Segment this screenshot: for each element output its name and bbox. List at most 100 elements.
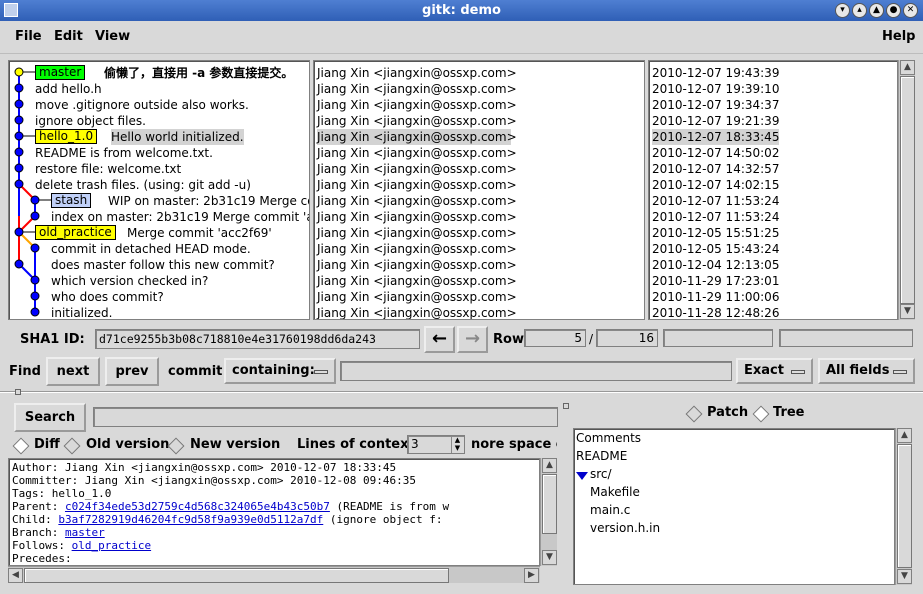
commit-author[interactable]: Jiang Xin <jiangxin@ossxp.com>	[317, 177, 517, 193]
old-version-radio[interactable]	[63, 437, 81, 455]
parent-hash-link[interactable]: c024f34ede53d2759c4d568c324065e4b43c50b7	[65, 500, 330, 513]
menu-file[interactable]: File	[15, 29, 42, 44]
commit-date[interactable]: 2010-12-05 15:51:25	[652, 225, 779, 241]
commit-scrollbar[interactable]: ▲ ▼	[898, 60, 915, 320]
commit-date[interactable]: 2010-11-29 17:23:01	[652, 273, 779, 289]
commit-dot[interactable]	[14, 83, 24, 93]
follows-link[interactable]: old_practice	[72, 539, 151, 552]
scroll-up-icon[interactable]: ▲	[900, 60, 915, 75]
file-item-version-h-in[interactable]: version.h.in	[590, 521, 660, 535]
commit-dot[interactable]	[14, 259, 24, 269]
commit-author[interactable]: Jiang Xin <jiangxin@ossxp.com>	[317, 289, 517, 305]
splitter-handle-vertical[interactable]	[563, 403, 569, 409]
commit-date[interactable]: 2010-12-07 19:34:37	[652, 97, 779, 113]
commit-author[interactable]: Jiang Xin <jiangxin@ossxp.com>	[317, 113, 517, 129]
commit-author[interactable]: Jiang Xin <jiangxin@ossxp.com>	[317, 209, 517, 225]
search-button[interactable]: Search	[14, 403, 86, 432]
commit-message[interactable]: ignore object files.	[35, 113, 146, 129]
commit-dot[interactable]	[14, 179, 24, 189]
commit-author[interactable]: Jiang Xin <jiangxin@ossxp.com>	[317, 97, 517, 113]
new-version-radio[interactable]	[167, 437, 185, 455]
expand-triangle-icon[interactable]	[576, 469, 588, 480]
menu-view[interactable]: View	[95, 29, 130, 44]
fields-select[interactable]: All fields	[818, 358, 915, 384]
patch-radio[interactable]	[685, 405, 703, 423]
file-item-src[interactable]: src/	[590, 467, 612, 481]
child-hash-link[interactable]: b3af7282919d46204fc9d58f9a939e0d5112a7df	[58, 513, 323, 526]
commit-dot[interactable]	[30, 243, 40, 253]
commit-dot[interactable]	[30, 211, 40, 221]
commit-date[interactable]: 2010-12-05 15:43:24	[652, 241, 779, 257]
search-input[interactable]	[93, 407, 558, 427]
commit-date[interactable]: 2010-12-07 11:53:24	[652, 209, 779, 225]
commit-dot[interactable]	[14, 147, 24, 157]
commit-author[interactable]: Jiang Xin <jiangxin@ossxp.com>	[317, 65, 517, 81]
date-pane[interactable]: 2010-12-07 19:43:39 2010-12-07 19:39:10 20…	[648, 60, 898, 320]
scroll-down-icon[interactable]: ▼	[900, 304, 915, 319]
scroll-up-icon[interactable]: ▲	[542, 458, 557, 473]
context-spinbox[interactable]: 3 ▲ ▼	[407, 435, 465, 454]
commit-date[interactable]: 2010-12-07 18:33:45	[652, 129, 780, 145]
scroll-down-icon[interactable]: ▼	[542, 550, 557, 565]
commit-message[interactable]: WIP on master: 2b31c19 Merge co	[108, 193, 309, 209]
ref-label[interactable]: old_practice	[35, 225, 116, 240]
find-next-button[interactable]: next	[46, 357, 100, 386]
details-hscrollbar[interactable]: ◀ ▶	[8, 566, 540, 583]
commit-message[interactable]: initialized.	[51, 305, 112, 319]
ref-label[interactable]: master	[35, 65, 86, 80]
commit-author[interactable]: Jiang Xin <jiangxin@ossxp.com>	[317, 225, 517, 241]
commit-author[interactable]: Jiang Xin <jiangxin@ossxp.com>	[317, 273, 517, 289]
commit-dot[interactable]	[14, 67, 24, 77]
commit-message[interactable]: Merge commit 'acc2f69'	[127, 225, 272, 241]
commit-message[interactable]: 偷懒了，直接用 -a 参数直接提交。	[104, 65, 293, 81]
diff-radio[interactable]	[12, 437, 30, 455]
file-item-main-c[interactable]: main.c	[590, 503, 630, 517]
branch-link[interactable]: master	[65, 526, 105, 539]
menu-edit[interactable]: Edit	[54, 29, 83, 44]
commit-message[interactable]: delete trash files. (using: git add -u)	[35, 177, 251, 193]
back-arrow-button[interactable]: ←	[424, 326, 455, 353]
menu-help[interactable]: Help	[882, 29, 915, 44]
commit-message[interactable]: move .gitignore outside also works.	[35, 97, 249, 113]
match-select[interactable]: Exact	[736, 358, 813, 384]
commit-message[interactable]: README is from welcome.txt.	[35, 145, 213, 161]
scroll-thumb[interactable]	[542, 474, 557, 534]
commit-date[interactable]: 2010-12-07 11:53:24	[652, 193, 779, 209]
commit-date[interactable]: 2010-12-07 19:39:10	[652, 81, 779, 97]
commit-date[interactable]: 2010-12-07 14:32:57	[652, 161, 779, 177]
commit-message[interactable]: index on master: 2b31c19 Merge commit 'a…	[51, 209, 309, 225]
commit-date[interactable]: 2010-12-07 14:02:15	[652, 177, 779, 193]
commit-dot[interactable]	[30, 291, 40, 301]
commit-dot[interactable]	[14, 227, 24, 237]
tree-radio[interactable]	[752, 405, 770, 423]
splitter-handle[interactable]	[15, 389, 21, 395]
commit-dot[interactable]	[14, 163, 24, 173]
details-vscrollbar[interactable]: ▲ ▼	[540, 458, 557, 566]
commit-dot[interactable]	[30, 275, 40, 285]
commit-date[interactable]: 2010-12-07 19:43:39	[652, 65, 779, 81]
commit-dot[interactable]	[14, 131, 24, 141]
commit-details-pane[interactable]: Author: Jiang Xin <jiangxin@ossxp.com> 2…	[8, 458, 540, 566]
scroll-up-icon[interactable]: ▲	[897, 428, 912, 443]
restore-icon[interactable]: ●	[886, 3, 901, 18]
maximize-icon[interactable]: ▲	[869, 3, 884, 18]
file-item-readme[interactable]: README	[576, 449, 627, 463]
ref-label[interactable]: hello_1.0	[35, 129, 98, 144]
commit-graph-pane[interactable]: master 偷懒了，直接用 -a 参数直接提交。 add hello.h move …	[8, 60, 310, 320]
commit-message[interactable]: restore file: welcome.txt	[35, 161, 181, 177]
find-mode-select[interactable]: containing:	[224, 358, 336, 384]
commit-message[interactable]: Hello world initialized.	[111, 129, 244, 145]
commit-message[interactable]: commit in detached HEAD mode.	[51, 241, 251, 257]
commit-author[interactable]: Jiang Xin <jiangxin@ossxp.com>	[317, 129, 517, 145]
find-input[interactable]	[340, 361, 732, 381]
commit-author[interactable]: Jiang Xin <jiangxin@ossxp.com>	[317, 305, 517, 319]
commit-dot[interactable]	[30, 195, 40, 205]
scroll-thumb[interactable]	[900, 76, 915, 304]
scroll-right-icon[interactable]: ▶	[524, 568, 539, 583]
commit-message[interactable]: does master follow this new commit?	[51, 257, 275, 273]
file-list-scrollbar[interactable]: ▲ ▼	[895, 428, 912, 585]
commit-author[interactable]: Jiang Xin <jiangxin@ossxp.com>	[317, 257, 517, 273]
commit-dot[interactable]	[14, 99, 24, 109]
file-item-comments[interactable]: Comments	[576, 431, 641, 445]
commit-message[interactable]: who does commit?	[51, 289, 164, 305]
